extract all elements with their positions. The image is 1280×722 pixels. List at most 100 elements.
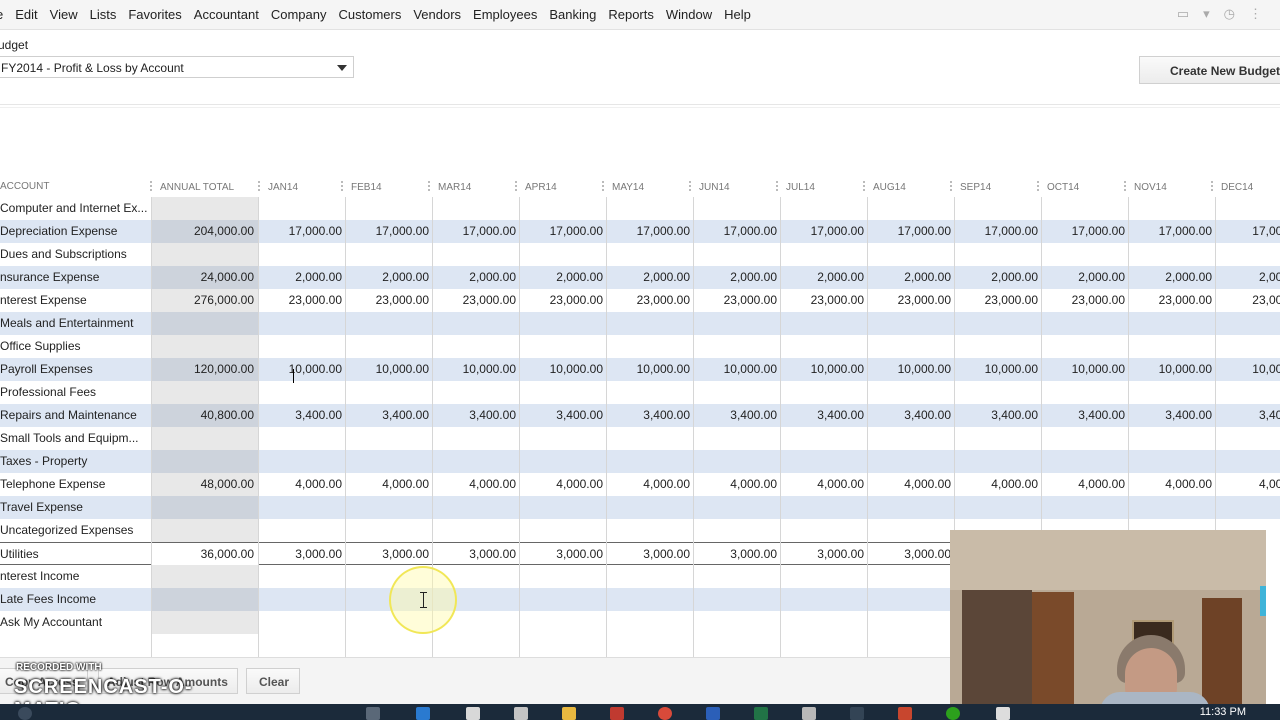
- month-cell[interactable]: 2,000.00: [607, 270, 690, 284]
- month-cell[interactable]: 10,000.0: [1216, 362, 1280, 376]
- table-row[interactable]: Professional Fees: [0, 381, 1280, 404]
- month-cell[interactable]: 10,000.00: [868, 362, 951, 376]
- month-cell[interactable]: 3,400.00: [955, 408, 1038, 422]
- month-cell[interactable]: 23,000.00: [433, 293, 516, 307]
- clock-icon[interactable]: ◷: [1224, 6, 1235, 22]
- month-cell[interactable]: 2,000.00: [955, 270, 1038, 284]
- month-cell[interactable]: 23,000.00: [1129, 293, 1212, 307]
- month-cell[interactable]: 17,000.00: [520, 224, 603, 238]
- word-icon[interactable]: [706, 707, 720, 720]
- month-cell[interactable]: 23,000.00: [868, 293, 951, 307]
- column-resize-handle[interactable]: [428, 181, 432, 191]
- table-row[interactable]: Telephone Expense 48,000.00 4,000.00 4,000.…: [0, 473, 1280, 496]
- month-cell[interactable]: 3,400.00: [520, 408, 603, 422]
- month-cell[interactable]: 10,000.00: [259, 362, 342, 376]
- quickbooks-icon[interactable]: [946, 707, 960, 720]
- month-cell[interactable]: 3,400.00: [259, 408, 342, 422]
- month-cell[interactable]: 10,000.00: [607, 362, 690, 376]
- month-cell[interactable]: 17,000.00: [259, 224, 342, 238]
- month-cell[interactable]: 2,000.00: [520, 270, 603, 284]
- column-resize-handle[interactable]: [1037, 181, 1041, 191]
- month-cell[interactable]: 3,000.00: [346, 547, 429, 561]
- budget-select[interactable]: FY2014 - Profit & Loss by Account: [0, 56, 354, 78]
- month-cell[interactable]: 3,400.00: [694, 408, 777, 422]
- chevron-down-icon[interactable]: ▾: [1203, 6, 1210, 22]
- table-row[interactable]: Meals and Entertainment: [0, 312, 1280, 335]
- month-cell[interactable]: 23,000.00: [607, 293, 690, 307]
- month-cell[interactable]: 3,400.00: [868, 408, 951, 422]
- month-cell[interactable]: 17,000.00: [346, 224, 429, 238]
- column-resize-handle[interactable]: [515, 181, 519, 191]
- month-cell[interactable]: 4,000.00: [868, 477, 951, 491]
- chrome-icon[interactable]: [658, 707, 672, 720]
- taskbar-app-icon[interactable]: [514, 707, 528, 720]
- month-cell[interactable]: 23,000.00: [781, 293, 864, 307]
- table-row[interactable]: Dues and Subscriptions: [0, 243, 1280, 266]
- month-cell[interactable]: 10,000.00: [346, 362, 429, 376]
- column-resize-handle[interactable]: [150, 181, 154, 191]
- menu-item-vendors[interactable]: Vendors: [413, 7, 461, 22]
- column-resize-handle[interactable]: [1124, 181, 1128, 191]
- table-row[interactable]: nterest Expense 276,000.00 23,000.00 23,000…: [0, 289, 1280, 312]
- month-cell[interactable]: 2,000.00: [868, 270, 951, 284]
- menu-item-edit[interactable]: Edit: [15, 7, 37, 22]
- month-cell[interactable]: 2,000.00: [1129, 270, 1212, 284]
- month-cell[interactable]: 10,000.00: [694, 362, 777, 376]
- month-cell[interactable]: 10,000.00: [1129, 362, 1212, 376]
- month-cell[interactable]: 17,000.00: [1129, 224, 1212, 238]
- taskbar-app-icon[interactable]: [850, 707, 864, 720]
- month-cell[interactable]: 2,000.00: [694, 270, 777, 284]
- menu-item-e[interactable]: e: [0, 7, 3, 22]
- month-cell[interactable]: 2,000.00: [781, 270, 864, 284]
- month-cell[interactable]: 10,000.00: [433, 362, 516, 376]
- menu-item-view[interactable]: View: [50, 7, 78, 22]
- month-cell[interactable]: 23,000.00: [1042, 293, 1125, 307]
- month-cell[interactable]: 17,000.00: [1042, 224, 1125, 238]
- month-cell[interactable]: 4,000.00: [520, 477, 603, 491]
- month-cell[interactable]: 3,400.00: [607, 408, 690, 422]
- excel-icon[interactable]: [754, 707, 768, 720]
- taskbar-app-icon[interactable]: [610, 707, 624, 720]
- month-cell[interactable]: 4,000.00: [433, 477, 516, 491]
- column-resize-handle[interactable]: [776, 181, 780, 191]
- menu-item-accountant[interactable]: Accountant: [194, 7, 259, 22]
- menu-item-customers[interactable]: Customers: [338, 7, 401, 22]
- column-resize-handle[interactable]: [689, 181, 693, 191]
- folder-icon[interactable]: [562, 707, 576, 720]
- table-row[interactable]: Repairs and Maintenance 40,800.00 3,400.00…: [0, 404, 1280, 427]
- month-cell[interactable]: 3,400.0: [1216, 408, 1280, 422]
- menu-item-employees[interactable]: Employees: [473, 7, 537, 22]
- month-cell[interactable]: 23,000.0: [1216, 293, 1280, 307]
- month-cell[interactable]: 3,000.00: [607, 547, 690, 561]
- month-cell[interactable]: 10,000.00: [520, 362, 603, 376]
- taskbar-app-icon[interactable]: [996, 707, 1010, 720]
- taskbar-app-icon[interactable]: [802, 707, 816, 720]
- month-cell[interactable]: 4,000.00: [346, 477, 429, 491]
- month-cell[interactable]: 23,000.00: [346, 293, 429, 307]
- column-resize-handle[interactable]: [602, 181, 606, 191]
- month-cell[interactable]: 10,000.00: [955, 362, 1038, 376]
- month-cell[interactable]: 2,000.00: [259, 270, 342, 284]
- month-cell[interactable]: 3,000.00: [781, 547, 864, 561]
- clear-button[interactable]: Clear: [246, 668, 300, 694]
- month-cell[interactable]: 4,000.00: [607, 477, 690, 491]
- column-resize-handle[interactable]: [258, 181, 262, 191]
- start-icon[interactable]: [18, 707, 32, 720]
- month-cell[interactable]: 3,000.00: [868, 547, 951, 561]
- table-row[interactable]: Travel Expense: [0, 496, 1280, 519]
- month-cell[interactable]: 3,000.00: [694, 547, 777, 561]
- table-row[interactable]: Computer and Internet Ex...: [0, 197, 1280, 220]
- month-cell[interactable]: 2,000.00: [346, 270, 429, 284]
- month-cell[interactable]: 17,000.0: [1216, 224, 1280, 238]
- month-cell[interactable]: 4,000.00: [1129, 477, 1212, 491]
- month-cell[interactable]: 23,000.00: [520, 293, 603, 307]
- table-row[interactable]: Taxes - Property: [0, 450, 1280, 473]
- table-row[interactable]: Depreciation Expense 204,000.00 17,000.00 1…: [0, 220, 1280, 243]
- month-cell[interactable]: 3,400.00: [433, 408, 516, 422]
- month-cell[interactable]: 4,000.00: [955, 477, 1038, 491]
- month-cell[interactable]: 2,000.0: [1216, 270, 1280, 284]
- menu-item-banking[interactable]: Banking: [549, 7, 596, 22]
- browser-icon[interactable]: [416, 707, 430, 720]
- powerpoint-icon[interactable]: [898, 707, 912, 720]
- month-cell[interactable]: 23,000.00: [259, 293, 342, 307]
